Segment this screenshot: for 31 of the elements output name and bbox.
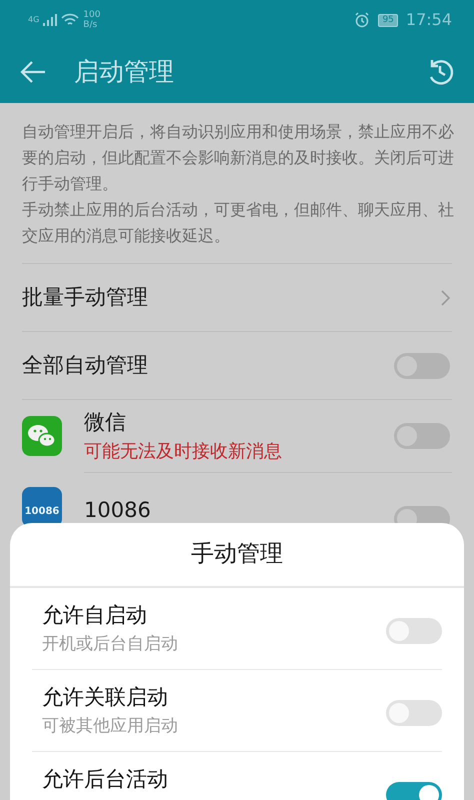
row-label: 全部自动管理 [22,352,148,379]
alarm-icon [354,12,370,28]
speed-value: 100 [83,10,100,20]
option-description: 可被其他应用启动 [42,714,178,738]
signal-icon [43,14,58,26]
back-button[interactable] [20,60,46,84]
sheet-title: 手动管理 [10,523,464,588]
app-name: 微信 [84,408,127,436]
chat-app-icon [22,416,62,456]
option-label: 允许自启动 [42,602,148,629]
description-text: 自动管理开启后，将自动识别应用和使用场景，禁止应用不必要的启动，但此配置不会影响新消息的及时接收。关闭后可进行手动管理。 [22,121,455,195]
toggle-switch[interactable] [386,618,442,644]
description-text: 手动禁止应用的后台活动，可更省电，但邮件、聊天应用、社交应用的消息可能接收延迟。 [22,199,455,247]
option-label: 允许关联启动 [42,684,169,711]
toggle-switch[interactable] [394,352,450,378]
row-label: 批量手动管理 [22,284,148,311]
clock-time: 17:54 [406,9,452,31]
option-description: 开机或后台自启动 [42,632,178,656]
app-note: 可能无法及时接收新消息 [84,440,283,464]
chevron-icon [441,290,450,306]
network-label: 4G [28,14,40,26]
wifi-icon [61,13,80,27]
batch-manage-row[interactable]: 批量手动管理 [0,264,474,331]
toggle-switch[interactable] [386,700,442,726]
battery-icon: 95 [378,14,398,26]
carrier-app-icon: 10086 [22,487,62,527]
option-label: 允许后台活动 [42,766,168,793]
app-name: 10086 [84,497,152,524]
toggle-switch[interactable] [394,423,450,449]
speed-unit: B/s [83,20,98,30]
page-title: 启动管理 [74,56,175,88]
